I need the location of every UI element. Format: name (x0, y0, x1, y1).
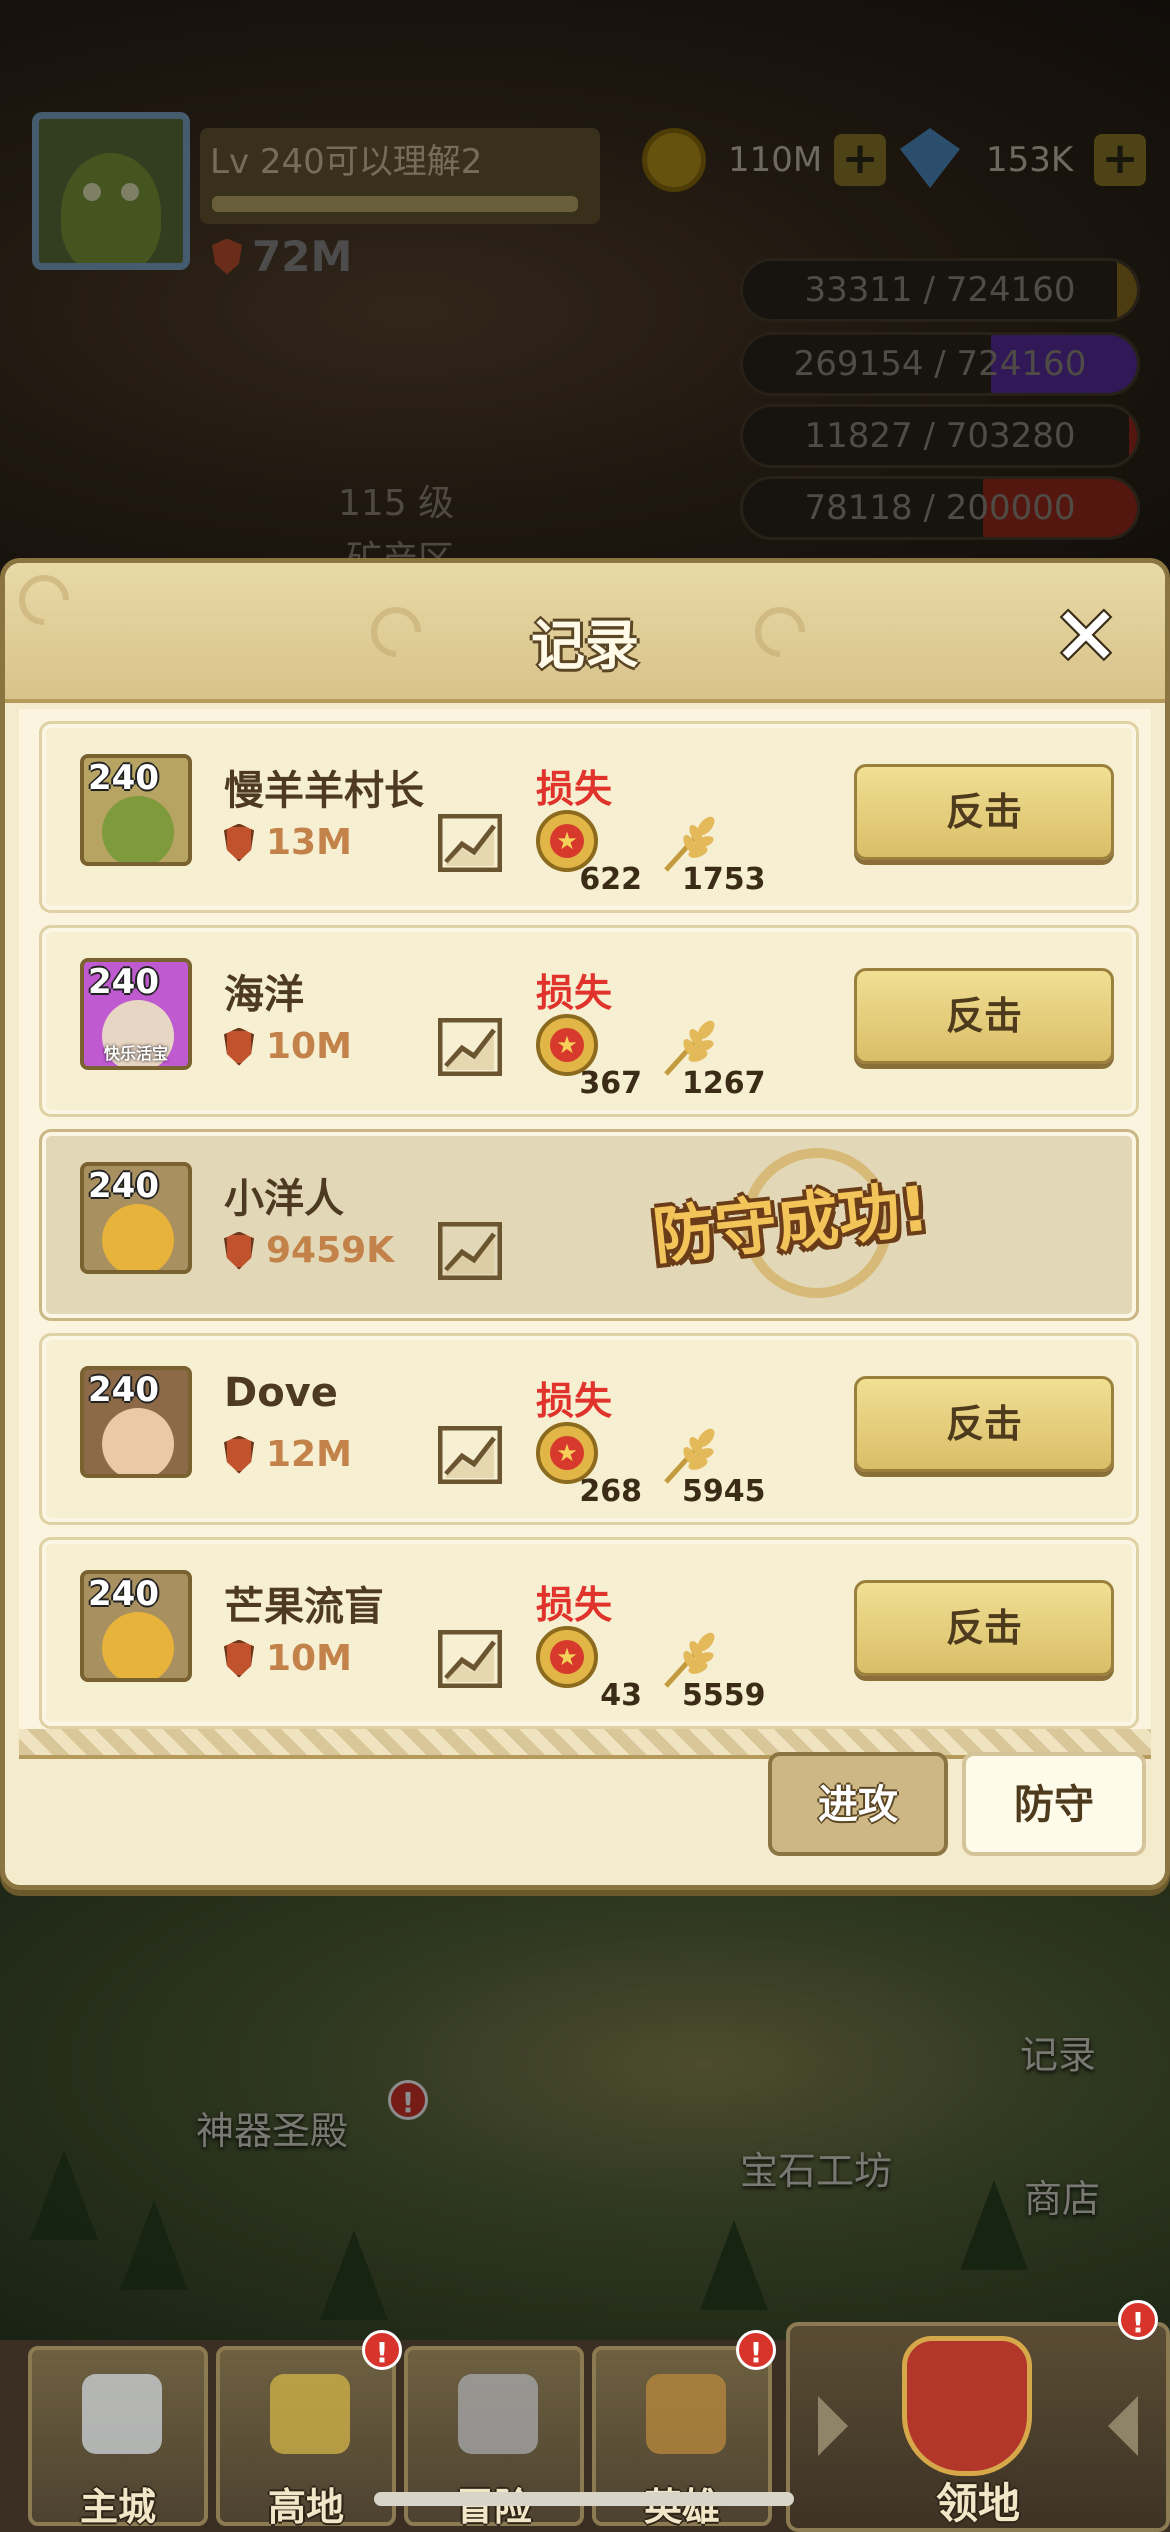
opponent-power-value: 12M (266, 1434, 352, 1475)
alert-badge: ! (1118, 2300, 1158, 2340)
loss-label: 损失 (536, 1583, 613, 1627)
creature-face-icon (102, 1612, 174, 1678)
coins-lost: 367 (579, 1066, 642, 1101)
opponent-portrait[interactable]: 240 (80, 1162, 192, 1274)
shield-icon (224, 1027, 254, 1066)
wheat-lost: 5945 (682, 1474, 766, 1509)
counterattack-button[interactable]: 反击 (854, 1580, 1114, 1676)
record-row-defense-success: 240 小洋人 9459K 防守成功! (39, 1129, 1139, 1321)
nav-label: 领地 (935, 2479, 1020, 2528)
nav-label: 主城 (79, 2485, 156, 2529)
record-row: 240 芒果流盲 10M 损失 ★ 43 5559 反击 (39, 1537, 1139, 1729)
highland-icon (270, 2374, 350, 2454)
crossed-swords-icon (458, 2374, 538, 2454)
shield-icon (224, 823, 254, 862)
counterattack-button[interactable]: 反击 (854, 968, 1114, 1064)
opponent-power-value: 9459K (266, 1230, 395, 1271)
coins-lost: 43 (600, 1678, 642, 1713)
chevron-right-icon (818, 2396, 848, 2456)
opponent-portrait[interactable]: 240 (80, 754, 192, 866)
records-dialog: 记录 ✕ 240 慢羊羊村长 13M 损失 ★ 622 1753 反击 240 … (0, 558, 1170, 1890)
opponent-name: 海洋 (224, 972, 304, 1018)
opponent-portrait[interactable]: 240 (80, 1366, 192, 1478)
coins-lost: 622 (579, 862, 642, 897)
loss-label: 损失 (536, 971, 613, 1015)
stats-chart-icon[interactable] (438, 1426, 502, 1484)
alert-badge: ! (362, 2330, 402, 2370)
tab-attack[interactable]: 进攻 (768, 1752, 948, 1856)
defense-success-stamp: 防守成功! (649, 1171, 932, 1274)
nav-highland[interactable]: 高地 (216, 2346, 396, 2529)
territory-shield-icon (902, 2336, 1032, 2476)
chevron-left-icon (1108, 2396, 1138, 2456)
opponent-power-value: 10M (266, 1026, 352, 1067)
opponent-name: 芒果流盲 (224, 1584, 384, 1630)
nav-label: 高地 (267, 2485, 344, 2529)
loss-label: 损失 (536, 767, 613, 811)
opponent-power-value: 13M (266, 822, 352, 863)
tab-defend[interactable]: 防守 (962, 1752, 1146, 1856)
opponent-level: 240 (88, 1370, 159, 1410)
counterattack-button[interactable]: 反击 (854, 764, 1114, 860)
coins-lost: 268 (579, 1474, 642, 1509)
close-button[interactable]: ✕ (1051, 597, 1121, 677)
shield-icon (224, 1231, 254, 1270)
opponent-name: Dove (224, 1370, 338, 1416)
opponent-level: 240 (88, 1166, 159, 1206)
creature-face-icon (102, 1204, 174, 1270)
home-indicator[interactable] (374, 2492, 794, 2506)
opponent-portrait[interactable]: 240 (80, 1570, 192, 1682)
record-row: 240 慢羊羊村长 13M 损失 ★ 622 1753 反击 (39, 721, 1139, 913)
dialog-header: 记录 ✕ (5, 563, 1165, 703)
records-list[interactable]: 240 慢羊羊村长 13M 损失 ★ 622 1753 反击 240 快乐活宝 … (19, 709, 1151, 1729)
portrait-caption: 快乐活宝 (103, 1044, 168, 1063)
nav-main-city[interactable]: 主城 (28, 2346, 208, 2529)
loss-label: 损失 (536, 1379, 613, 1423)
stats-chart-icon[interactable] (438, 814, 502, 872)
opponent-level: 240 (88, 1574, 159, 1614)
record-row: 240 Dove 12M 损失 ★ 268 5945 反击 (39, 1333, 1139, 1525)
nav-territory-active[interactable]: 领地 (786, 2322, 1170, 2532)
opponent-power: 13M (224, 822, 352, 863)
shield-icon (224, 1435, 254, 1474)
opponent-level: 240 (88, 962, 159, 1002)
boy-face-icon (102, 1408, 174, 1474)
wheat-lost: 5559 (682, 1678, 766, 1713)
frog-face-icon (102, 796, 174, 862)
stats-chart-icon[interactable] (438, 1630, 502, 1688)
dialog-title: 记录 (531, 614, 639, 677)
opponent-power-value: 10M (266, 1638, 352, 1679)
opponent-name: 小洋人 (224, 1176, 344, 1222)
wheat-lost: 1267 (682, 1066, 766, 1101)
counterattack-button[interactable]: 反击 (854, 1376, 1114, 1472)
record-row: 240 快乐活宝 海洋 10M 损失 ★ 367 1267 反击 (39, 925, 1139, 1117)
opponent-level: 240 (88, 758, 159, 798)
opponent-name: 慢羊羊村长 (224, 768, 424, 814)
helmet-icon (646, 2374, 726, 2454)
opponent-power: 10M (224, 1026, 352, 1067)
castle-icon (82, 2374, 162, 2454)
stats-chart-icon[interactable] (438, 1018, 502, 1076)
stats-chart-icon[interactable] (438, 1222, 502, 1280)
alert-badge: ! (736, 2330, 776, 2370)
opponent-power: 10M (224, 1638, 352, 1679)
wheat-lost: 1753 (682, 862, 766, 897)
shield-icon (224, 1639, 254, 1678)
opponent-power: 12M (224, 1434, 352, 1475)
opponent-portrait[interactable]: 240 快乐活宝 (80, 958, 192, 1070)
opponent-power: 9459K (224, 1230, 394, 1271)
